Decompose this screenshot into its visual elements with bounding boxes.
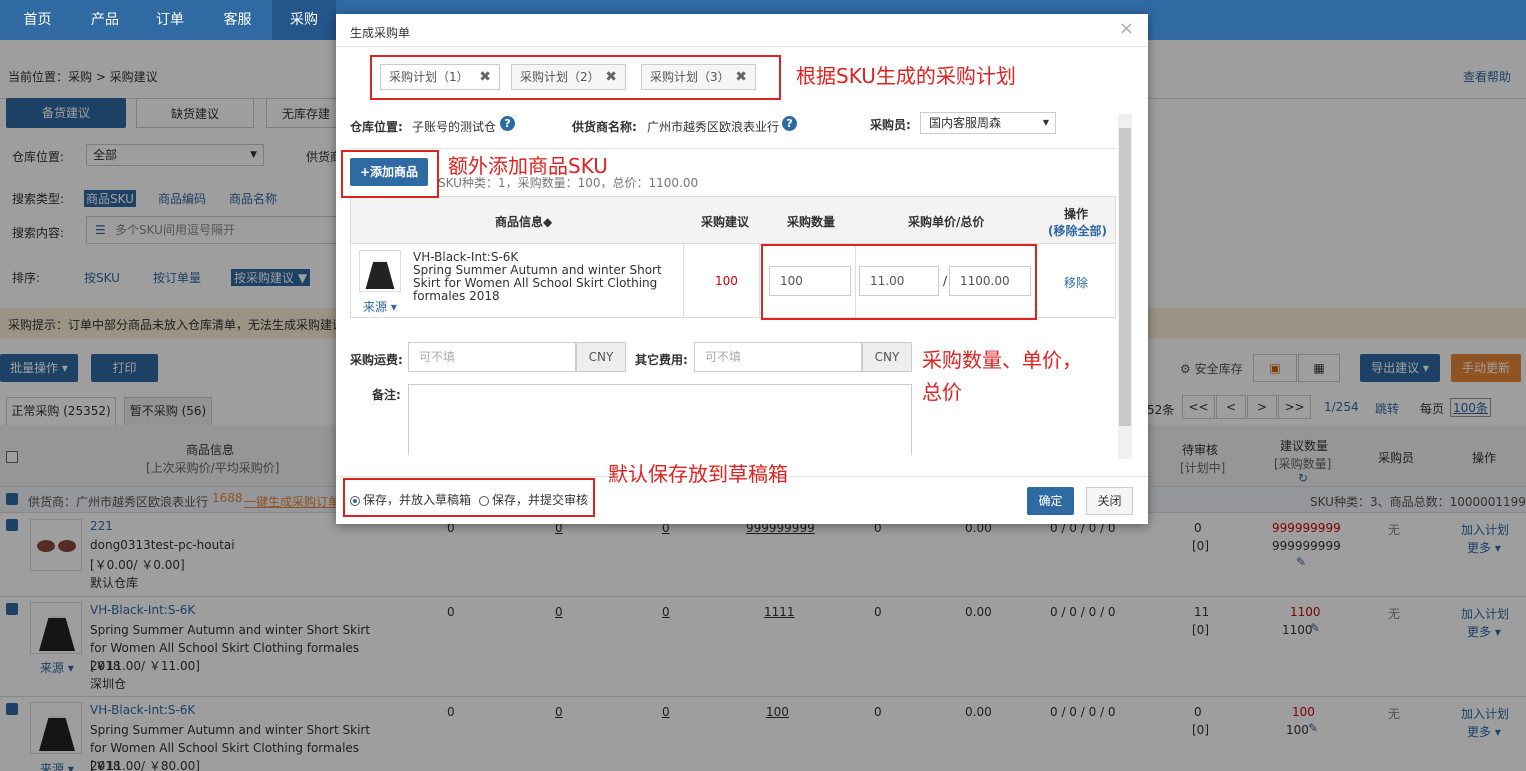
annotation-plans: 根据SKU生成的采购计划: [796, 64, 1016, 88]
chevron-down-icon: ▼: [1042, 118, 1049, 127]
nav-service[interactable]: 客服: [205, 0, 270, 40]
modal-scrollbar[interactable]: [1118, 114, 1132, 459]
buyer-select[interactable]: 国内客服周森 ▼: [920, 112, 1056, 134]
remark-label: 备注:: [372, 388, 401, 402]
annotation-qty: 采购数量、单价，: [922, 348, 1082, 372]
buyer-select-value: 国内客服周森: [929, 116, 1002, 130]
annotation-qty-2: 总价: [922, 380, 962, 404]
help-icon[interactable]: ?: [500, 116, 515, 131]
nav-home[interactable]: 首页: [0, 0, 75, 40]
item-suggest: 100: [715, 274, 738, 288]
help-icon[interactable]: ?: [782, 116, 797, 131]
divider: [336, 46, 1148, 47]
annotation-add: 额外添加商品SKU: [448, 154, 608, 178]
items-header: 商品信息◆ 采购建议 采购数量 采购单价/总价 操作 (移除全部): [350, 196, 1116, 244]
modal-warehouse-label: 仓库位置:: [350, 120, 403, 134]
divider: [683, 244, 684, 318]
annotation-box-plans: [370, 55, 781, 100]
modal-buyer-label: 采购员:: [870, 118, 911, 132]
skirt-image: [365, 260, 395, 289]
item-remove-link[interactable]: 移除: [1064, 274, 1088, 291]
remove-all-link[interactable]: (移除全部): [1048, 222, 1107, 239]
nav-purchase[interactable]: 采购: [272, 0, 336, 40]
annotation-box-add: [341, 150, 439, 198]
divider: [350, 148, 1116, 149]
item-thumb: [359, 250, 401, 292]
confirm-button[interactable]: 确定: [1027, 487, 1074, 515]
close-button[interactable]: 关闭: [1086, 487, 1133, 515]
nav-products[interactable]: 产品: [75, 0, 135, 40]
annotation-draft: 默认保存放到草稿箱: [608, 462, 788, 486]
hdr-qty: 采购数量: [787, 215, 836, 229]
other-fee-input[interactable]: 可不填: [694, 342, 862, 372]
freight-input[interactable]: 可不填: [408, 342, 576, 372]
freight-label: 采购运费:: [350, 353, 403, 367]
item-source[interactable]: 来源 ▾: [363, 298, 397, 315]
hdr-suggest: 采购建议: [701, 215, 750, 229]
other-fee-currency: CNY: [862, 342, 912, 372]
modal-title: 生成采购单: [350, 26, 411, 40]
annotation-box-draft: [343, 478, 595, 517]
modal-supplier-label: 供货商名称:: [572, 120, 637, 134]
freight-currency: CNY: [576, 342, 626, 372]
hdr-op: 操作: [1064, 207, 1089, 221]
remark-textarea[interactable]: [408, 384, 912, 455]
other-fee-label: 其它费用:: [635, 353, 688, 367]
annotation-box-qty: [761, 244, 1037, 320]
divider: [759, 244, 760, 318]
scrollbar-thumb[interactable]: [1119, 128, 1131, 426]
item-name: Spring Summer Autumn and winter Short Sk…: [413, 263, 662, 303]
nav-orders[interactable]: 订单: [140, 0, 200, 40]
hdr-info[interactable]: 商品信息◆: [495, 213, 552, 230]
modal-supplier-value: 广州市越秀区欧浪表业行: [647, 120, 780, 134]
hdr-price: 采购单价/总价: [908, 215, 985, 229]
modal-warehouse-value: 子账号的测试仓: [412, 120, 497, 134]
modal-close-icon[interactable]: ×: [1119, 18, 1134, 39]
item-sku: VH-Black-Int:S-6K: [413, 250, 519, 264]
